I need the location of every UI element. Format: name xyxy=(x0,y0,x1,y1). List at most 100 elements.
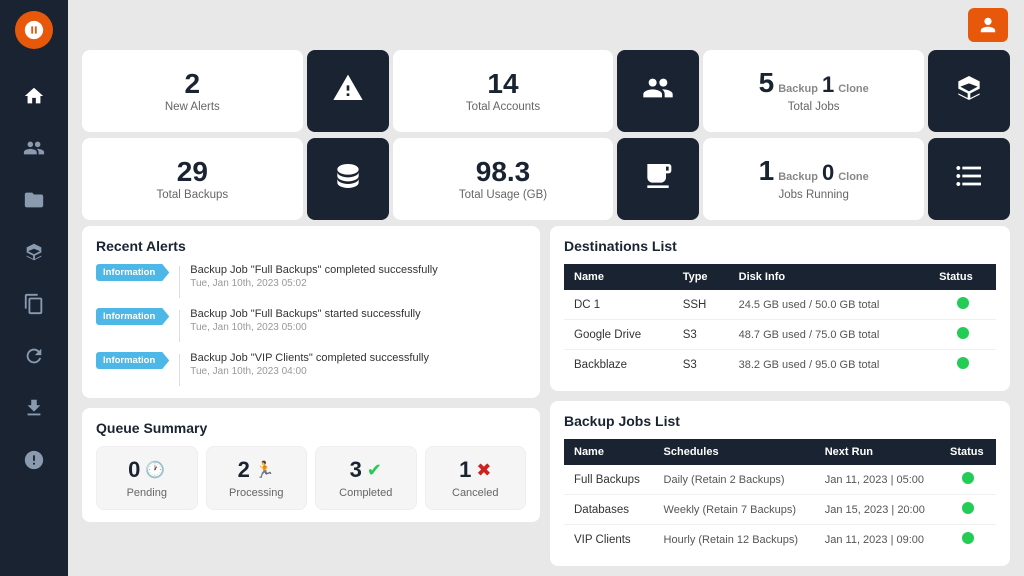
sidebar-item-users[interactable] xyxy=(0,122,68,174)
alert-message-2: Backup Job "VIP Clients" completed succe… xyxy=(190,352,429,364)
warning-icon xyxy=(332,72,364,111)
total-accounts-label: Total Accounts xyxy=(466,101,540,113)
sidebar-item-boxes[interactable] xyxy=(0,226,68,278)
total-jobs-backup-label: Backup xyxy=(778,83,818,95)
recent-alerts-card: Recent Alerts Information Backup Job "Fu… xyxy=(82,226,540,398)
alert-divider-0 xyxy=(179,266,180,298)
alert-badge-1: Information xyxy=(96,308,169,325)
dest-row-0: DC 1 SSH 24.5 GB used / 50.0 GB total xyxy=(564,290,996,320)
backup-jobs-header-row: Name Schedules Next Run Status xyxy=(564,439,996,465)
alert-content-2: Backup Job "VIP Clients" completed succe… xyxy=(190,352,429,377)
sidebar-item-alert[interactable] xyxy=(0,434,68,486)
job-status-dot-2 xyxy=(962,532,974,544)
server-icon xyxy=(642,160,674,199)
sidebar-logo[interactable] xyxy=(0,0,68,60)
alert-item-0: Information Backup Job "Full Backups" co… xyxy=(96,264,526,298)
job-cell-name-1: Databases xyxy=(564,495,654,525)
total-jobs-backup-value: 5 xyxy=(759,69,775,97)
sidebar-item-copy[interactable] xyxy=(0,278,68,330)
dest-row-2: Backblaze S3 38.2 GB used / 95.0 GB tota… xyxy=(564,350,996,380)
queue-completed-top: 3 ✔ xyxy=(350,457,382,483)
stat-total-backups-icon xyxy=(307,138,389,220)
dest-cell-disk-0: 24.5 GB used / 50.0 GB total xyxy=(729,290,929,320)
queue-canceled-value: 1 xyxy=(459,457,471,483)
job-status-dot-1 xyxy=(962,502,974,514)
sidebar-nav xyxy=(0,60,68,576)
jobs-running-label: Jobs Running xyxy=(779,189,849,201)
dest-row-1: Google Drive S3 48.7 GB used / 75.0 GB t… xyxy=(564,320,996,350)
sidebar-item-folder[interactable] xyxy=(0,174,68,226)
total-backups-label: Total Backups xyxy=(157,189,229,201)
check-icon: ✔ xyxy=(367,460,382,481)
job-cell-status-0 xyxy=(940,465,996,495)
new-alerts-label: New Alerts xyxy=(165,101,220,113)
alert-message-0: Backup Job "Full Backups" completed succ… xyxy=(190,264,437,276)
total-jobs-clone-value: 1 xyxy=(822,72,834,98)
stats-row-2: 29 Total Backups 98.3 Total Usage (GB) 1… xyxy=(68,138,1024,226)
queue-canceled-label: Canceled xyxy=(452,487,498,499)
jobs-running-backup-value: 1 xyxy=(759,157,775,185)
total-backups-value: 29 xyxy=(177,158,208,186)
jobs-running-clone-label: Clone xyxy=(838,171,869,183)
checklist-icon xyxy=(953,160,985,199)
alert-item-2: Information Backup Job "VIP Clients" com… xyxy=(96,352,526,386)
dest-col-status: Status xyxy=(929,264,996,290)
sidebar-item-home[interactable] xyxy=(0,70,68,122)
stats-row-1: 2 New Alerts 14 Total Accounts 5 Backup … xyxy=(68,50,1024,138)
alert-content-0: Backup Job "Full Backups" completed succ… xyxy=(190,264,437,289)
destinations-body: DC 1 SSH 24.5 GB used / 50.0 GB total Go… xyxy=(564,290,996,379)
backup-jobs-table-wrap: Name Schedules Next Run Status Full Back… xyxy=(564,439,996,554)
total-jobs-clone-label: Clone xyxy=(838,83,869,95)
job-cell-nextrun-1: Jan 15, 2023 | 20:00 xyxy=(815,495,940,525)
status-dot-0 xyxy=(957,297,969,309)
alert-divider-2 xyxy=(179,354,180,386)
dest-col-name: Name xyxy=(564,264,673,290)
cancel-icon: ✖ xyxy=(476,460,491,481)
job-status-dot-0 xyxy=(962,472,974,484)
dest-cell-disk-1: 48.7 GB used / 75.0 GB total xyxy=(729,320,929,350)
dest-col-type: Type xyxy=(673,264,729,290)
queue-pending-value: 0 xyxy=(128,457,140,483)
queue-processing: 2 🏃 Processing xyxy=(206,446,308,510)
destinations-table-wrap: Name Type Disk Info Status DC 1 SSH 24.5… xyxy=(564,264,996,379)
content-area: Recent Alerts Information Backup Job "Fu… xyxy=(68,226,1024,576)
user-button[interactable] xyxy=(968,8,1008,42)
sidebar xyxy=(0,0,68,576)
sidebar-item-download[interactable] xyxy=(0,382,68,434)
dest-cell-disk-2: 38.2 GB used / 95.0 GB total xyxy=(729,350,929,380)
accounts-icon xyxy=(642,72,674,111)
alert-time-1: Tue, Jan 10th, 2023 05:00 xyxy=(190,322,420,333)
dest-cell-name-0: DC 1 xyxy=(564,290,673,320)
dest-cell-type-0: SSH xyxy=(673,290,729,320)
destinations-card: Destinations List Name Type Disk Info St… xyxy=(550,226,1010,391)
recent-alerts-title: Recent Alerts xyxy=(96,238,526,254)
stat-total-accounts: 14 Total Accounts xyxy=(393,50,614,132)
main-content: 2 New Alerts 14 Total Accounts 5 Backup … xyxy=(68,0,1024,576)
dest-cell-name-2: Backblaze xyxy=(564,350,673,380)
running-icon: 🏃 xyxy=(255,460,275,480)
job-cell-schedule-1: Weekly (Retain 7 Backups) xyxy=(654,495,815,525)
backup-jobs-table: Name Schedules Next Run Status Full Back… xyxy=(564,439,996,554)
queue-summary-title: Queue Summary xyxy=(96,420,526,436)
stat-total-backups: 29 Total Backups xyxy=(82,138,303,220)
jobs-running-clone-value: 0 xyxy=(822,160,834,186)
alert-badge-2: Information xyxy=(96,352,169,369)
clock-icon: 🕐 xyxy=(145,460,165,480)
alert-divider-1 xyxy=(179,310,180,342)
total-jobs-values: 5 Backup 1 Clone xyxy=(759,69,869,98)
dest-cell-status-2 xyxy=(929,350,996,380)
total-usage-value: 98.3 xyxy=(476,158,531,186)
job-row-2: VIP Clients Hourly (Retain 12 Backups) J… xyxy=(564,525,996,555)
alert-message-1: Backup Job "Full Backups" started succes… xyxy=(190,308,420,320)
sidebar-item-refresh[interactable] xyxy=(0,330,68,382)
queue-summary-card: Queue Summary 0 🕐 Pending 2 🏃 xyxy=(82,408,540,522)
queue-completed-value: 3 xyxy=(350,457,362,483)
dest-cell-type-1: S3 xyxy=(673,320,729,350)
job-cell-nextrun-2: Jan 11, 2023 | 09:00 xyxy=(815,525,940,555)
queue-processing-label: Processing xyxy=(229,487,283,499)
stat-jobs-running: 1 Backup 0 Clone Jobs Running xyxy=(703,138,924,220)
jobs-col-name: Name xyxy=(564,439,654,465)
total-accounts-value: 14 xyxy=(487,70,518,98)
alert-time-0: Tue, Jan 10th, 2023 05:02 xyxy=(190,278,437,289)
header xyxy=(68,0,1024,50)
